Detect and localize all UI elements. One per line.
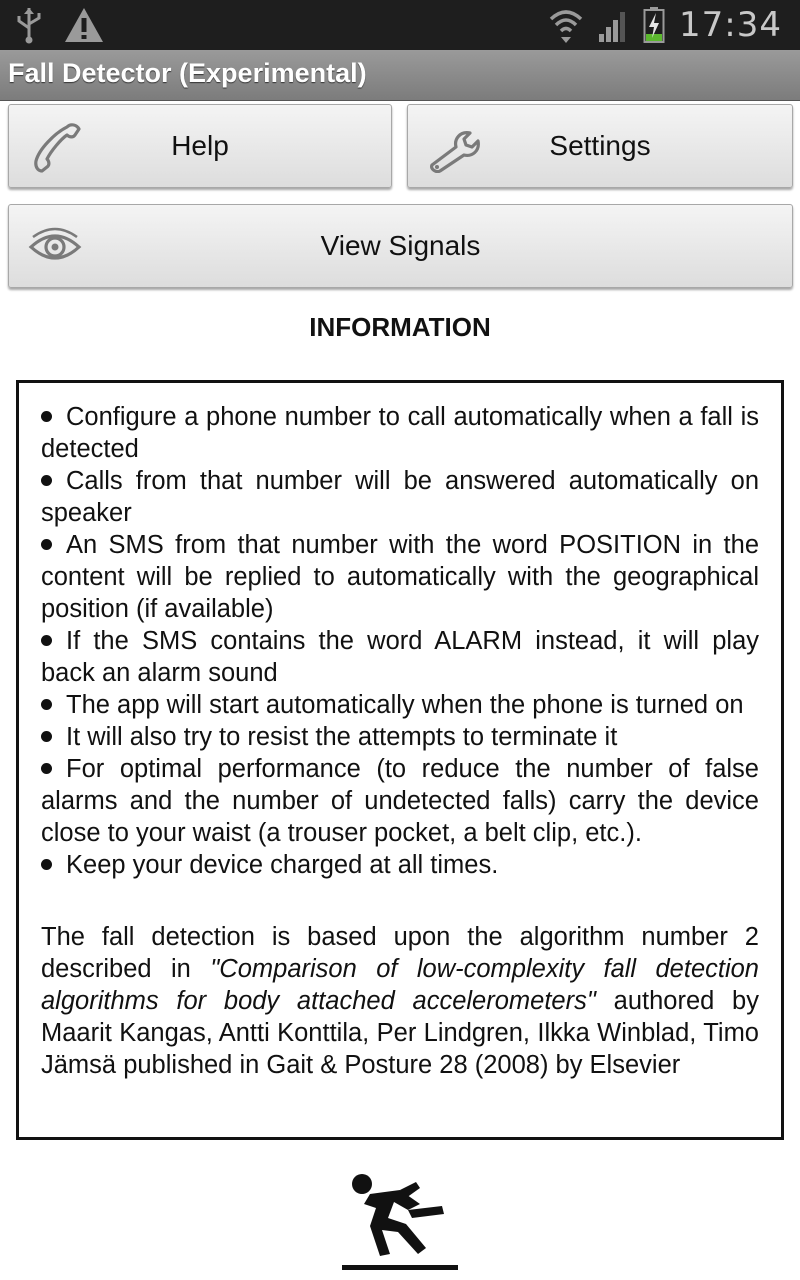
algorithm-credit: The fall detection is based upon the alg… xyxy=(41,923,759,1079)
battery-charging-icon xyxy=(643,7,665,43)
info-item: An SMS from that number with the word PO… xyxy=(41,531,759,623)
warning-icon xyxy=(65,8,103,42)
signal-icon xyxy=(599,12,626,42)
bullet-icon xyxy=(41,730,52,742)
help-button-label: Help xyxy=(171,130,229,161)
view-signals-button-label: View Signals xyxy=(320,230,481,261)
info-item: If the SMS contains the word ALARM inste… xyxy=(41,627,759,687)
view-signals-button[interactable]: View Signals xyxy=(8,204,793,288)
bullet-icon xyxy=(41,474,52,486)
info-panel: Configure a phone number to call automat… xyxy=(16,380,784,1140)
bullet-icon xyxy=(41,858,52,870)
settings-button-label: Settings xyxy=(549,130,651,161)
info-list: Configure a phone number to call automat… xyxy=(41,401,759,881)
info-item: The app will start automatically when th… xyxy=(41,689,759,721)
app-title-bar: Fall Detector (Experimental) xyxy=(0,50,800,101)
falling-person-icon xyxy=(342,1174,458,1270)
wifi-icon xyxy=(549,10,583,43)
bullet-icon xyxy=(41,410,52,422)
bullet-icon xyxy=(41,634,52,646)
clock: 17:34 xyxy=(679,5,782,45)
info-heading: INFORMATION xyxy=(309,312,491,342)
info-item: It will also try to resist the attempts … xyxy=(41,721,759,753)
info-item: Configure a phone number to call automat… xyxy=(41,403,759,463)
status-bar: 17:34 xyxy=(0,0,800,50)
settings-button[interactable]: Settings xyxy=(407,104,793,188)
app-title: Fall Detector (Experimental) xyxy=(8,58,367,88)
info-item: Keep your device charged at all times. xyxy=(41,849,759,881)
bullet-icon xyxy=(41,698,52,710)
bullet-icon xyxy=(41,538,52,550)
info-item: For optimal performance (to reduce the n… xyxy=(41,755,759,847)
bullet-icon xyxy=(41,762,52,774)
info-item: Calls from that number will be answered … xyxy=(41,467,759,527)
help-button[interactable]: Help xyxy=(8,104,392,188)
usb-icon xyxy=(17,8,41,44)
